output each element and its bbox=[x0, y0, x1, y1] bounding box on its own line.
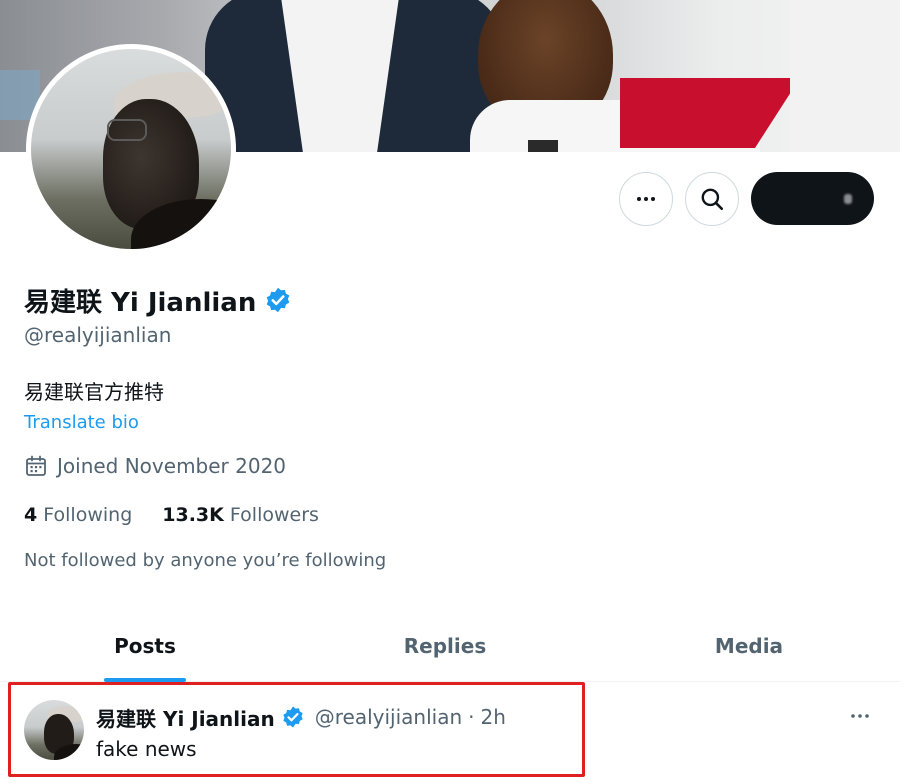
tab-media[interactable]: Media bbox=[700, 610, 798, 682]
redacted-label bbox=[844, 194, 852, 204]
joined-text: Joined November 2020 bbox=[57, 454, 287, 478]
profile-name-row: 易建联 Yi Jianlian bbox=[24, 282, 292, 318]
verified-badge-icon bbox=[267, 287, 290, 313]
red-highlight-box bbox=[8, 682, 585, 777]
calendar-icon bbox=[26, 455, 46, 476]
more-options-button[interactable] bbox=[619, 172, 673, 226]
tab-replies[interactable]: Replies bbox=[395, 610, 495, 682]
profile-handle: @realyijianlian bbox=[24, 323, 172, 347]
post-more-button[interactable] bbox=[846, 704, 874, 728]
search-profile-button[interactable] bbox=[685, 172, 739, 226]
avatar-image bbox=[31, 49, 231, 249]
avatar-glasses bbox=[107, 119, 147, 141]
more-horizontal-icon bbox=[637, 197, 655, 201]
search-icon bbox=[701, 188, 724, 211]
followers-label: Followers bbox=[229, 504, 319, 526]
following-label: Following bbox=[43, 504, 133, 526]
follow-stats: 4 Following 13.3K Followers bbox=[24, 504, 319, 526]
not-followed-note: Not followed by anyone you’re following bbox=[24, 550, 387, 571]
banner-red-flag bbox=[620, 78, 800, 148]
right-gutter bbox=[900, 0, 919, 784]
follow-button[interactable] bbox=[751, 172, 874, 225]
banner-tie bbox=[528, 140, 558, 152]
translate-bio-link[interactable]: Translate bio bbox=[24, 412, 139, 433]
display-name: 易建联 Yi Jianlian bbox=[24, 287, 257, 318]
joined-date: Joined November 2020 bbox=[24, 454, 286, 478]
profile-tabs: Posts Replies Media bbox=[0, 610, 900, 682]
followers-count: 13.3K bbox=[162, 504, 224, 526]
tab-posts[interactable]: Posts bbox=[104, 610, 186, 682]
more-horizontal-icon bbox=[851, 714, 869, 718]
following-link[interactable]: 4 Following bbox=[24, 504, 132, 526]
profile-avatar[interactable] bbox=[26, 44, 236, 254]
followers-link[interactable]: 13.3K Followers bbox=[162, 504, 319, 526]
banner-wall bbox=[790, 0, 900, 152]
following-count: 4 bbox=[24, 504, 38, 526]
profile-bio: 易建联官方推特 bbox=[24, 380, 164, 404]
